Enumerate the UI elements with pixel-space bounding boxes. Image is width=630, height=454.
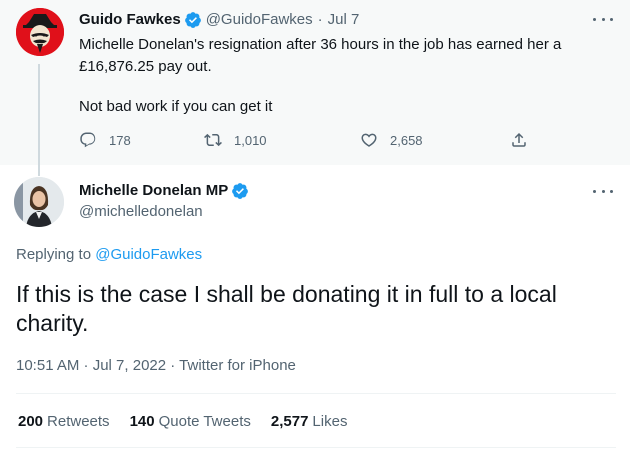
like-count: 2,658 [390, 132, 423, 148]
parent-tweet-text: Michelle Donelan's resignation after 36 … [79, 34, 609, 118]
main-tweet-header: Michelle Donelan MP [79, 181, 253, 201]
reply-button[interactable]: 178 [79, 131, 131, 149]
meta-separator: · [317, 11, 323, 28]
likes-stat[interactable]: 2,577 Likes [271, 413, 348, 430]
likes-label: Likes [312, 413, 348, 430]
like-icon [361, 133, 377, 147]
michelle-donelan-avatar[interactable] [14, 177, 64, 227]
author-handle[interactable]: @michelledonelan [79, 203, 203, 220]
more-icon[interactable] [593, 184, 613, 198]
retweet-count: 1,010 [234, 132, 267, 148]
tweet-text-line: Not bad work if you can get it [79, 98, 273, 115]
divider [16, 447, 616, 448]
tweet-text-line: £16,876.25 pay out. [79, 58, 212, 75]
author-name[interactable]: Michelle Donelan MP [79, 181, 228, 201]
parent-tweet-header: Guido Fawkes @GuidoFawkes · Jul 7 [79, 10, 359, 30]
tweet-date[interactable]: Jul 7 [328, 10, 360, 30]
quote-tweets-label: Quote Tweets [158, 413, 251, 430]
tweet-text-line: If this is the case I shall be donating … [16, 281, 557, 307]
parent-tweet[interactable]: Guido Fawkes @GuidoFawkes · Jul 7 Michel… [0, 0, 630, 176]
author-handle[interactable]: @GuidoFawkes [206, 10, 313, 30]
thread-connector [38, 64, 40, 176]
quote-tweets-stat[interactable]: 140 Quote Tweets [130, 413, 251, 430]
retweets-label: Retweets [47, 413, 110, 430]
replying-to: Replying to @GuidoFawkes [16, 246, 202, 263]
guido-fawkes-logo-icon [16, 8, 64, 56]
tweet-text-line: charity. [16, 310, 89, 336]
replying-to-link[interactable]: @GuidoFawkes [95, 246, 202, 263]
likes-count: 2,577 [270, 413, 309, 430]
replying-to-label: Replying to [16, 246, 92, 263]
author-name[interactable]: Guido Fawkes [79, 10, 181, 30]
quote-tweets-count: 140 [129, 413, 155, 430]
tweet-text-line: Michelle Donelan's resignation after 36 … [79, 36, 562, 53]
profile-photo-icon [14, 177, 64, 227]
share-button[interactable] [510, 131, 528, 149]
retweets-stat[interactable]: 200 Retweets [18, 413, 110, 430]
tweet-stats: 200 Retweets 140 Quote Tweets 2,577 Likes [18, 413, 367, 430]
reply-count: 178 [109, 132, 131, 148]
tweet-timestamp[interactable]: 10:51 AM · Jul 7, 2022 · Twitter for iPh… [16, 357, 296, 374]
verified-icon [184, 12, 201, 28]
reply-icon [80, 132, 96, 148]
like-button[interactable]: 2,658 [360, 131, 423, 149]
guido-fawkes-avatar[interactable] [16, 8, 64, 56]
verified-icon [232, 183, 249, 199]
tweet-actions: 178 1,010 2,658 [79, 131, 529, 153]
share-icon [512, 132, 526, 147]
divider [16, 393, 616, 394]
main-tweet-text: If this is the case I shall be donating … [16, 280, 616, 338]
retweets-count: 200 [18, 413, 44, 430]
retweet-button[interactable]: 1,010 [204, 131, 267, 149]
retweet-icon [204, 133, 222, 147]
more-icon[interactable] [593, 12, 613, 26]
